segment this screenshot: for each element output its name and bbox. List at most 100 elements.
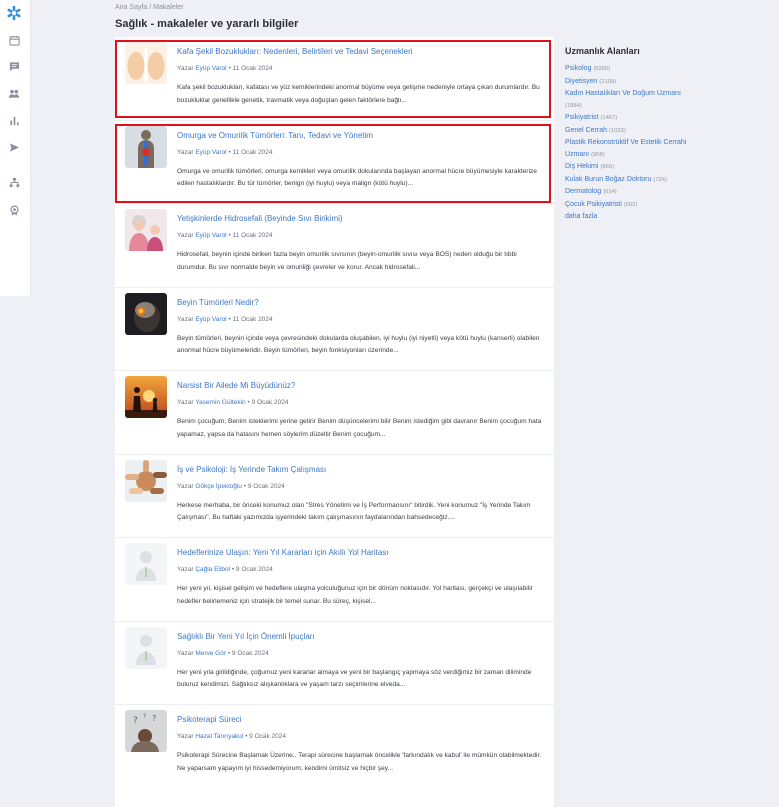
article-excerpt: Herkese merhaba, bir önceki konumuz olan…	[177, 501, 531, 522]
article-author[interactable]: Eyüp Varol	[195, 149, 226, 156]
page-title: Sağlık - makaleler ve yararlı bilgiler	[115, 18, 299, 30]
article-meta: Yazar Çağla Elibol • 9 Ocak 2024	[177, 566, 273, 573]
specialty-count: (562)	[623, 201, 638, 208]
specialty-name[interactable]: Kulak Burun Boğaz Doktoru	[565, 176, 651, 183]
breadcrumb-home[interactable]: Ana Sayfa	[115, 4, 147, 11]
article-title[interactable]: İş ve Psikoloji: İş Yerinde Takım Çalışm…	[177, 465, 326, 474]
article-card[interactable]: ??? Psikoterapi Süreci Yazar Hazal Tanrı…	[115, 705, 554, 789]
specialty-name[interactable]: Diş Hekimi	[565, 163, 598, 170]
article-title[interactable]: Omurga ve Omurilik Tümörleri: Tanı, Teda…	[177, 131, 373, 140]
specialty-name[interactable]: Genel Cerrah	[565, 127, 607, 134]
specialty-count: (1033)	[609, 127, 626, 134]
specialty-name[interactable]: Kadın Hastalıkları Ve Doğum Uzmanı	[565, 90, 681, 97]
specialty-name[interactable]: Plastik Rekonstrüktif Ve Estetik Cerrahi…	[565, 139, 686, 158]
article-list: Kafa Şekil Bozuklukları: Nedenleri, Beli…	[115, 37, 554, 807]
breadcrumb-current[interactable]: Makaleler	[153, 4, 183, 11]
byline-label: Yazar	[177, 399, 194, 406]
article-title[interactable]: Beyin Tümörleri Nedir?	[177, 298, 259, 307]
article-excerpt: Psikoterapi Sürecine Başlamak Üzerine.. …	[177, 752, 542, 772]
article-title[interactable]: Sağlıklı Bir Yeni Yıl İçin Önemli İpuçla…	[177, 632, 315, 641]
article-title[interactable]: Yetişkinlerde Hidrosefali (Beyinde Sıvı …	[177, 214, 343, 223]
article-author[interactable]: Merve Gör	[195, 650, 226, 657]
article-date: • 11 Ocak 2024	[228, 65, 273, 72]
article-card[interactable]: Sağlıklı Bir Yeni Yıl İçin Önemli İpuçla…	[115, 622, 554, 705]
specialties-panel: Uzmanlık Alanları Psikolog (5260) Diyetis…	[565, 46, 755, 223]
specialty-name[interactable]: Çocuk Psikiyatristi	[565, 201, 622, 208]
article-card[interactable]: Omurga ve Omurilik Tümörleri: Tanı, Teda…	[115, 121, 554, 204]
article-thumbnail[interactable]	[125, 42, 167, 84]
article-date: • 9 Ocak 2024	[247, 399, 289, 406]
show-more-link[interactable]: daha fazla	[565, 211, 755, 223]
article-author[interactable]: Çağla Elibol	[195, 566, 230, 573]
article-card[interactable]: Beyin Tümörleri Nedir? Yazar Eyüp Varol …	[115, 288, 554, 371]
svg-text:?: ?	[143, 713, 146, 720]
article-author[interactable]: Gökçe İpekloğlu	[195, 483, 242, 490]
article-thumbnail[interactable]	[125, 292, 167, 335]
specialty-name[interactable]: Dermatolog	[565, 188, 601, 195]
article-thumbnail[interactable]: ???	[125, 710, 167, 752]
calendar-icon[interactable]	[7, 33, 21, 47]
specialty-count: (1467)	[600, 115, 618, 121]
byline-label: Yazar	[177, 315, 194, 323]
specialty-name[interactable]: Psikiyatrist	[565, 114, 598, 121]
article-thumbnail[interactable]	[125, 376, 167, 418]
article-author[interactable]: Eyüp Varol	[195, 232, 226, 239]
article-card[interactable]: İş ve Psikoloji: İş Yerinde Takım Çalışm…	[115, 455, 554, 538]
specialty-count: (5260)	[593, 66, 611, 72]
breadcrumb-separator: /	[149, 4, 152, 11]
stats-icon[interactable]	[7, 113, 21, 127]
byline-label: Yazar	[177, 148, 194, 156]
specialty-item[interactable]: Dermatolog (614)	[565, 186, 755, 199]
send-icon[interactable]	[7, 140, 21, 154]
article-date: • 9 Ocak 2024	[243, 482, 285, 490]
article-thumbnail[interactable]	[125, 626, 167, 669]
specialty-name[interactable]: Psikolog	[565, 65, 591, 72]
sidebar	[0, 0, 31, 296]
article-author[interactable]: Hazal Tanrıyakul	[195, 733, 243, 740]
specialty-count: (2109)	[599, 78, 617, 85]
specialty-item[interactable]: Diş Hekimi (865)	[565, 161, 755, 174]
specialty-item[interactable]: Diyetisyen (2109)	[565, 76, 755, 89]
article-meta: Yazar Eyüp Varol • 11 Ocak 2024	[177, 149, 273, 156]
chat-icon[interactable]	[7, 59, 21, 73]
article-date: • 9 Ocak 2024	[227, 649, 269, 657]
article-card[interactable]: Kafa Şekil Bozuklukları: Nedenleri, Beli…	[115, 37, 554, 121]
specialty-count: (1884)	[565, 102, 582, 109]
article-thumbnail[interactable]	[125, 543, 167, 585]
article-thumbnail[interactable]	[125, 125, 167, 168]
byline-label: Yazar	[177, 65, 194, 72]
hierarchy-icon[interactable]	[7, 175, 21, 189]
article-excerpt: Hidrosefali, beynin içinde biriken fazla…	[177, 251, 517, 271]
specialty-name[interactable]: Diyetisyen	[565, 78, 597, 85]
article-excerpt: Omurga ve omurilik tümörleri, omurga kem…	[177, 167, 537, 188]
specialty-item[interactable]: Plastik Rekonstrüktif Ve Estetik Cerrahi…	[565, 137, 715, 161]
users-icon[interactable]	[7, 86, 21, 100]
article-author[interactable]: Yasemin Gültekin	[195, 399, 245, 406]
specialty-item[interactable]: Kadın Hastalıkları Ve Doğum Uzmanı (1884)	[565, 88, 755, 112]
article-date: • 11 Ocak 2024	[228, 148, 273, 156]
article-card[interactable]: Narsist Bir Ailede Mi Büyüdünüz? Yazar Y…	[115, 371, 554, 455]
specialty-item[interactable]: Çocuk Psikiyatristi (562)	[565, 199, 755, 212]
article-excerpt: Her yeni yıl, kişisel gelişim ve hedefle…	[177, 585, 533, 605]
article-title[interactable]: Kafa Şekil Bozuklukları: Nedenleri, Beli…	[177, 47, 413, 56]
article-thumbnail[interactable]	[125, 459, 167, 502]
specialty-item[interactable]: Kulak Burun Boğaz Doktoru (724)	[565, 174, 755, 187]
specialties-heading: Uzmanlık Alanları	[565, 46, 640, 56]
article-card[interactable]: Hedeflerinize Ulaşın: Yeni Yıl Kararları…	[115, 538, 554, 622]
byline-label: Yazar	[177, 232, 194, 239]
logo-icon[interactable]	[6, 5, 22, 21]
specialty-item[interactable]: Psikolog (5260)	[565, 63, 755, 76]
award-icon[interactable]	[7, 203, 21, 217]
article-title[interactable]: Psikoterapi Süreci	[177, 715, 241, 724]
article-author[interactable]: Eyüp Varol	[195, 65, 226, 72]
article-excerpt: Beyin tümörleri, beynin içinde veya çevr…	[177, 334, 540, 355]
article-title[interactable]: Hedeflerinize Ulaşın: Yeni Yıl Kararları…	[177, 548, 389, 557]
specialty-item[interactable]: Psikiyatrist (1467)	[565, 112, 755, 125]
article-title[interactable]: Narsist Bir Ailede Mi Büyüdünüz?	[177, 381, 295, 390]
article-meta: Yazar Yasemin Gültekin • 9 Ocak 2024	[177, 399, 288, 406]
article-card[interactable]: Yetişkinlerde Hidrosefali (Beyinde Sıvı …	[115, 204, 554, 288]
specialty-item[interactable]: Genel Cerrah (1033)	[565, 125, 755, 138]
article-author[interactable]: Eyüp Varol	[195, 316, 226, 323]
article-meta: Yazar Gökçe İpekloğlu • 9 Ocak 2024	[177, 483, 285, 490]
article-thumbnail[interactable]	[125, 209, 167, 251]
